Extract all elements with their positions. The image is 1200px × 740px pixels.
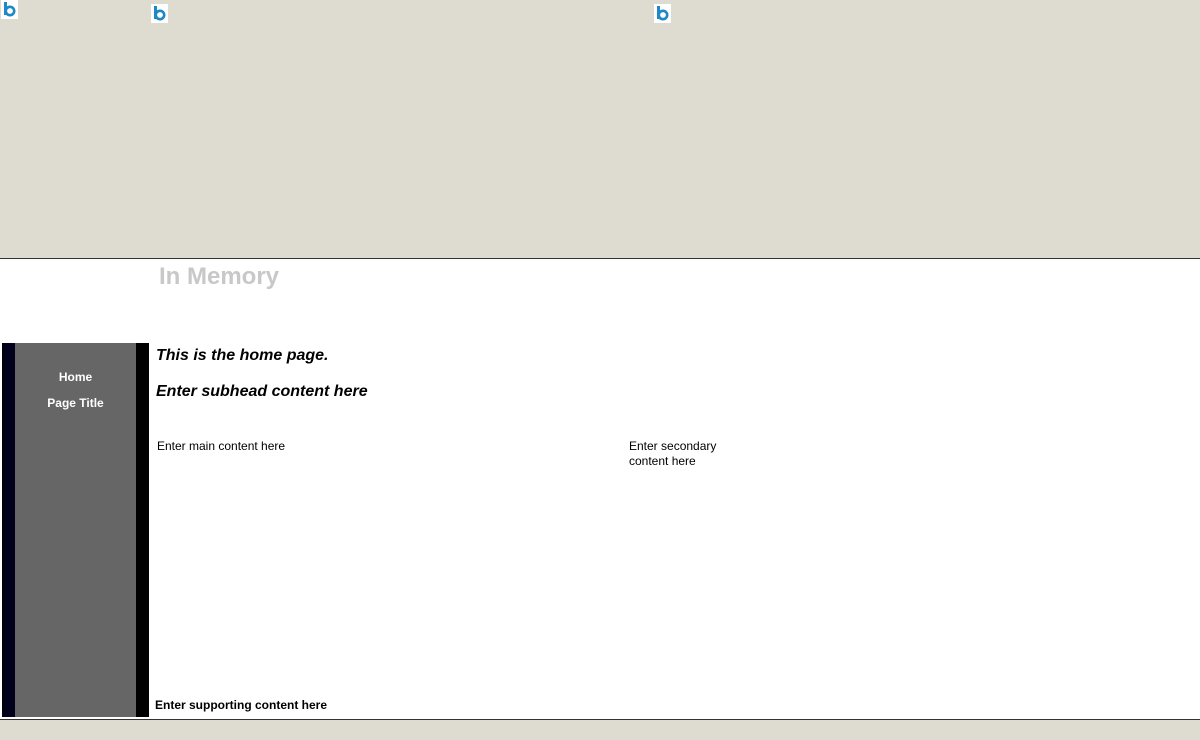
main-content: Enter main content here	[157, 439, 286, 453]
nav-link-page-title[interactable]: Page Title	[15, 396, 136, 410]
subhead: Enter subhead content here	[156, 383, 368, 400]
secondary-content: Enter secondary content here	[629, 439, 717, 468]
header-banner	[0, 0, 1200, 259]
site-title: In Memory	[159, 263, 280, 290]
supporting-content: Enter supporting content here	[155, 698, 328, 712]
broken-image-icon	[654, 4, 671, 23]
sidebar-edge	[3, 343, 15, 717]
nav-link-home[interactable]: Home	[15, 370, 136, 384]
broken-image-icon	[1, 0, 18, 19]
page: In Memory Home Page Title This is the ho…	[0, 0, 1200, 740]
broken-image-icon	[151, 4, 168, 23]
page-heading: This is the home page.	[156, 347, 329, 364]
footer-bar	[0, 719, 1200, 740]
sidebar-nav: Home Page Title	[15, 343, 136, 717]
